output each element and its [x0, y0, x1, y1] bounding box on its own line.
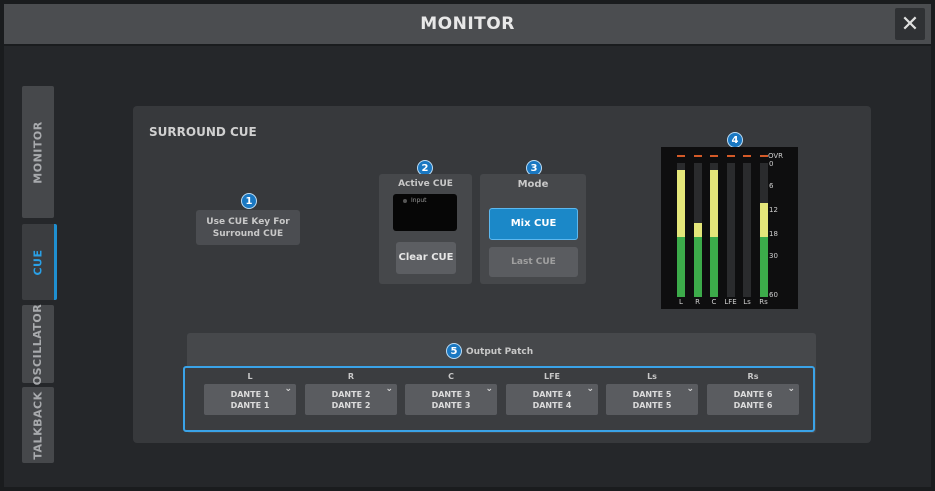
meter-channel-ls: Ls [742, 147, 752, 309]
channel-label: C [448, 372, 454, 381]
overload-indicator [710, 155, 718, 157]
patch-button[interactable]: ⌄ DANTE 4 DANTE 4 [506, 384, 598, 415]
patch-line: DANTE 4 [532, 389, 572, 399]
meter-level-yellow [693, 223, 702, 237]
meter-channel-label: LFE [724, 298, 737, 306]
patch-button[interactable]: ⌄ DANTE 2 DANTE 2 [305, 384, 397, 415]
chevron-down-icon: ⌄ [686, 384, 694, 394]
meter-level-green [677, 236, 685, 297]
scale-label: 6 [769, 182, 774, 190]
patch-line: DANTE 3 [431, 400, 471, 410]
meter-track [726, 163, 735, 297]
overload-indicator [677, 155, 685, 157]
overload-indicator [743, 155, 751, 157]
meter-level-green [710, 236, 718, 297]
callout-badge: 4 [727, 132, 743, 148]
channel-label: R [347, 372, 355, 381]
meter-level-yellow [710, 169, 718, 237]
callout-badge: 5 [446, 343, 462, 359]
patch-channel-c: C ⌄ DANTE 3 DANTE 3 [405, 372, 497, 415]
patch-channel-ls: Ls ⌄ DANTE 5 DANTE 5 [606, 372, 698, 415]
patch-channel-lfe: LFE ⌄ DANTE 4 DANTE 4 [506, 372, 598, 415]
last-cue-button[interactable]: Last CUE [489, 247, 578, 277]
meter-level-green [759, 236, 768, 297]
mode-label: Mode [517, 179, 549, 190]
title-bar: MONITOR ✕ [4, 4, 931, 44]
meter-channel-r: R [693, 147, 703, 309]
tab-monitor[interactable]: MONITOR [22, 86, 54, 218]
callout-badge: 1 [241, 193, 257, 209]
patch-line: DANTE 6 [733, 400, 773, 410]
meter-channel-c: C [709, 147, 719, 309]
channel-label: L [247, 372, 253, 381]
active-cue-indicator: Input [393, 194, 457, 231]
patch-channel-r: R ⌄ DANTE 2 DANTE 2 [305, 372, 397, 415]
patch-channel-l: L ⌄ DANTE 1 DANTE 1 [204, 372, 296, 415]
active-cue-label: Active CUE [398, 179, 453, 189]
button-label-line: Use CUE Key For [206, 216, 290, 227]
patch-line: DANTE 5 [632, 400, 672, 410]
meter-level-green [693, 236, 702, 297]
indicator-text: Input [411, 197, 427, 204]
chevron-down-icon: ⌄ [284, 384, 292, 394]
meter-channel-lfe: LFE [724, 147, 737, 309]
tab-label: TALKBACK [31, 390, 45, 460]
meter-track [743, 163, 751, 297]
scale-label: 30 [769, 252, 778, 260]
patch-line: DANTE 3 [431, 389, 471, 399]
scale-label: 18 [769, 230, 778, 238]
patch-button[interactable]: ⌄ DANTE 6 DANTE 6 [707, 384, 799, 415]
meter-channel-l: L [676, 147, 686, 309]
mix-cue-button[interactable]: Mix CUE [489, 208, 578, 240]
meter-level-yellow [677, 169, 685, 237]
chevron-down-icon: ⌄ [485, 384, 493, 394]
patch-line: DANTE 6 [733, 389, 773, 399]
tab-oscillator[interactable]: OSCILLATOR [22, 303, 54, 385]
patch-channel-rs: Rs ⌄ DANTE 6 DANTE 6 [707, 372, 799, 415]
meter-channel-rs: Rs [759, 147, 769, 309]
meter-channel-label: Ls [743, 298, 751, 306]
meter-channel-label: C [711, 298, 717, 306]
scale-label: 0 [769, 160, 774, 168]
patch-line: DANTE 2 [331, 400, 371, 410]
ovr-label: OVR [768, 152, 784, 160]
scale-label: 12 [769, 206, 778, 214]
clear-cue-button[interactable]: Clear CUE [396, 242, 456, 274]
use-cue-key-button[interactable]: Use CUE Key For Surround CUE [196, 210, 300, 245]
tab-cue[interactable]: CUE [22, 224, 57, 300]
patch-line: DANTE 5 [632, 389, 672, 399]
patch-button[interactable]: ⌄ DANTE 3 DANTE 3 [405, 384, 497, 415]
overload-indicator [726, 155, 735, 157]
overload-indicator [759, 155, 768, 157]
tab-label: MONITOR [31, 120, 45, 184]
chevron-down-icon: ⌄ [787, 384, 795, 394]
meter-channel-label: Rs [759, 298, 768, 306]
patch-line: DANTE 1 [230, 389, 270, 399]
meter-level-yellow [759, 203, 768, 237]
close-icon: ✕ [900, 11, 920, 37]
window-title: MONITOR [420, 14, 515, 34]
panel-title: SURROUND CUE [149, 125, 257, 139]
patch-line: DANTE 4 [532, 400, 572, 410]
channel-label: LFE [543, 372, 561, 381]
overload-indicator [693, 155, 702, 157]
indicator-led [403, 199, 407, 203]
tab-label: OSCILLATOR [31, 303, 45, 385]
patch-button[interactable]: ⌄ DANTE 5 DANTE 5 [606, 384, 698, 415]
channel-label: Ls [647, 372, 657, 381]
patch-line: DANTE 1 [230, 400, 270, 410]
tab-talkback[interactable]: TALKBACK [22, 387, 54, 463]
patch-button[interactable]: ⌄ DANTE 1 DANTE 1 [204, 384, 296, 415]
channel-label: Rs [747, 372, 759, 381]
tab-label: CUE [31, 248, 45, 276]
chevron-down-icon: ⌄ [385, 384, 393, 394]
meter-channel-label: L [679, 298, 683, 306]
patch-line: DANTE 2 [331, 389, 371, 399]
meter-channel-label: R [695, 298, 700, 306]
chevron-down-icon: ⌄ [586, 384, 594, 394]
surround-meter: OVR 0 6 12 18 30 60 L R C LFE Ls Rs [661, 147, 798, 309]
close-button[interactable]: ✕ [895, 8, 925, 40]
button-label-line: Surround CUE [212, 228, 284, 239]
output-patch-label: Output Patch [466, 347, 534, 357]
